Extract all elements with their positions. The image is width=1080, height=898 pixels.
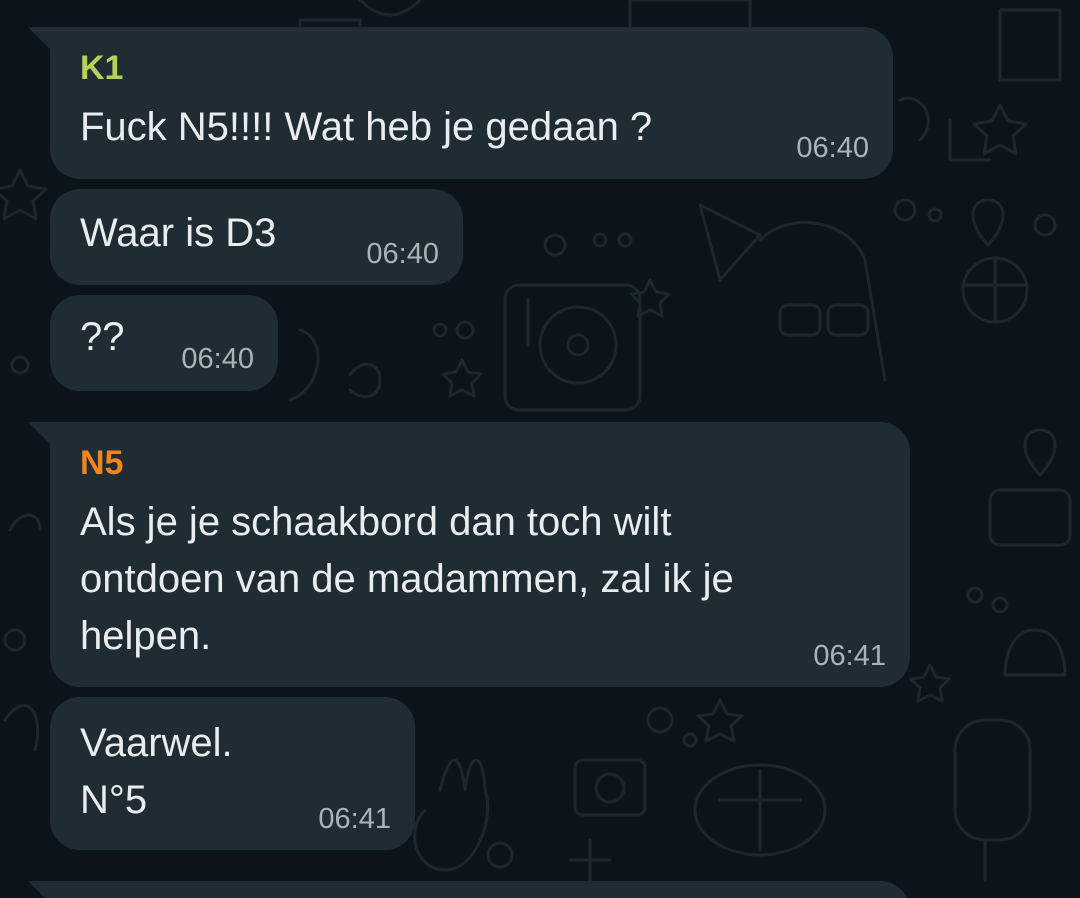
sender-name: N5 — [80, 444, 124, 482]
message-time: 06:41 — [318, 803, 391, 835]
message-bubble[interactable]: K1 Fuck N5!!!! Wat heb je gedaan ? 06:40 — [28, 27, 893, 179]
bubble-tail — [28, 881, 50, 898]
message-bubble[interactable]: Waar is D3 06:40 — [50, 189, 463, 285]
message-text: Waar is D3 — [80, 211, 277, 255]
message-time: 06:40 — [366, 238, 439, 270]
message-text: Als je je schaakbord dan toch wilt ontdo… — [80, 500, 734, 658]
chat-view[interactable]: K1 Fuck N5!!!! Wat heb je gedaan ? 06:40… — [0, 0, 1080, 898]
bubble-tail — [28, 422, 50, 444]
message-time: 06:41 — [813, 640, 886, 672]
sender-name: K1 — [80, 49, 124, 87]
message-text: Fuck N5!!!! Wat heb je gedaan ? — [80, 105, 653, 149]
message-text: Vaarwel. N°5 — [80, 721, 233, 822]
bubble-tail — [28, 27, 50, 49]
message-text: ?? — [80, 315, 125, 359]
message-time: 06:40 — [181, 343, 254, 375]
message-bubble[interactable]: N5 Als je je schaakbord dan toch wilt on… — [28, 422, 910, 687]
message-time: 06:40 — [796, 132, 869, 164]
message-bubble-partial[interactable] — [28, 881, 910, 898]
message-bubble[interactable]: Vaarwel. N°5 06:41 — [50, 697, 415, 850]
message-bubble[interactable]: ?? 06:40 — [50, 295, 278, 391]
